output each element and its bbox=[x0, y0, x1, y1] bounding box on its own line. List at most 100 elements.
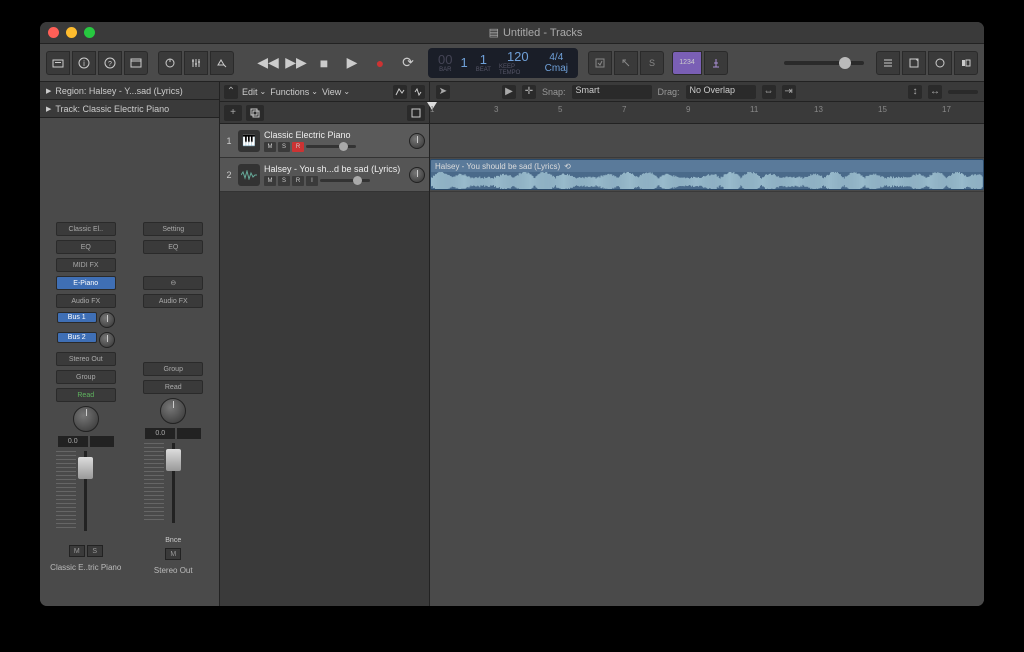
titlebar: ▤ Untitled - Tracks bbox=[40, 22, 984, 44]
group-slot[interactable]: Group bbox=[56, 370, 116, 384]
comp-slot[interactable]: ⊖ bbox=[143, 276, 203, 290]
automation-mode[interactable]: Read bbox=[56, 388, 116, 402]
track-solo[interactable]: S bbox=[278, 142, 290, 152]
functions-menu[interactable]: Functions bbox=[270, 87, 318, 97]
inspector-button[interactable]: i bbox=[72, 51, 96, 75]
library-button[interactable] bbox=[46, 51, 70, 75]
track-mute[interactable]: M bbox=[264, 176, 276, 186]
lcd-beat2: 1 bbox=[480, 52, 487, 67]
track-header-1[interactable]: 1 🎹 Classic Electric Piano M S R bbox=[220, 124, 429, 158]
automation-mode[interactable]: Read bbox=[143, 380, 203, 394]
pan-knob[interactable] bbox=[160, 398, 186, 424]
replace-button[interactable] bbox=[588, 51, 612, 75]
track-mute[interactable]: M bbox=[264, 142, 276, 152]
trim-icon[interactable]: ⇥ bbox=[782, 85, 796, 99]
minimize-button[interactable] bbox=[66, 27, 77, 38]
setting-button[interactable]: Setting bbox=[143, 222, 203, 236]
traffic-lights bbox=[48, 27, 95, 38]
midifx-slot[interactable]: MIDI FX bbox=[56, 258, 116, 272]
nudge-icon[interactable]: ⇔ bbox=[762, 85, 776, 99]
arrange-grid[interactable]: Halsey - You should be sad (Lyrics) ⟲ bbox=[430, 124, 984, 606]
cycle-button[interactable]: ⟳ bbox=[398, 51, 418, 75]
toolbar-toggle-button[interactable] bbox=[124, 51, 148, 75]
snap-dropdown[interactable]: Smart bbox=[572, 85, 652, 99]
pointer-tool-icon[interactable]: ⌃ bbox=[224, 85, 238, 99]
stop-button[interactable]: ■ bbox=[314, 51, 334, 75]
mute-button[interactable]: M bbox=[69, 545, 85, 557]
lcd-display[interactable]: 00BAR 1 1BEAT 120KEEP TEMPO 4/4Cmaj bbox=[428, 48, 578, 78]
view-menu[interactable]: View bbox=[322, 87, 350, 97]
db-readout: 0.0 bbox=[58, 436, 88, 447]
mute-button[interactable]: M bbox=[165, 548, 181, 560]
smart-controls-button[interactable] bbox=[158, 51, 182, 75]
fader[interactable] bbox=[132, 443, 216, 533]
zoom-horiz-icon[interactable]: ↔ bbox=[928, 85, 942, 99]
audiofx-slot[interactable]: Audio FX bbox=[143, 294, 203, 308]
drag-dropdown[interactable]: No Overlap bbox=[686, 85, 756, 99]
record-button[interactable]: ● bbox=[370, 51, 390, 75]
tuner-button[interactable] bbox=[704, 51, 728, 75]
zoom-slider[interactable] bbox=[948, 90, 978, 94]
ruler-tick: 11 bbox=[750, 105, 758, 114]
autopunch-button[interactable] bbox=[614, 51, 638, 75]
send1-knob[interactable] bbox=[99, 312, 115, 328]
ruler[interactable]: 1357911131517 bbox=[430, 102, 984, 124]
marquee-tool[interactable]: ✛ bbox=[522, 85, 536, 99]
waveform-icon bbox=[238, 164, 260, 186]
lcd-bars: 00 bbox=[438, 52, 452, 67]
duplicate-track-button[interactable] bbox=[246, 105, 264, 121]
edit-menu[interactable]: Edit bbox=[242, 87, 266, 97]
solo-btn[interactable]: S bbox=[87, 545, 103, 557]
lane-2[interactable]: Halsey - You should be sad (Lyrics) ⟲ bbox=[430, 158, 984, 192]
catch-icon[interactable]: ➤ bbox=[436, 85, 450, 99]
loops-button[interactable] bbox=[928, 51, 952, 75]
master-volume-slider[interactable] bbox=[784, 61, 864, 65]
solo-button[interactable]: S bbox=[640, 51, 664, 75]
send-bus2[interactable]: Bus 2 bbox=[57, 332, 97, 343]
track-volume-slider[interactable] bbox=[320, 179, 370, 182]
editors-button[interactable] bbox=[210, 51, 234, 75]
browser-button[interactable] bbox=[954, 51, 978, 75]
rewind-button[interactable]: ◀◀ bbox=[258, 51, 278, 75]
list-editors-button[interactable] bbox=[876, 51, 900, 75]
track-record[interactable]: R bbox=[292, 176, 304, 186]
track-input-monitor[interactable]: I bbox=[306, 176, 318, 186]
automation-icon[interactable] bbox=[393, 85, 407, 99]
maximize-button[interactable] bbox=[84, 27, 95, 38]
mixer-button[interactable] bbox=[184, 51, 208, 75]
track-pan-knob[interactable] bbox=[409, 167, 425, 183]
global-tracks-button[interactable] bbox=[407, 105, 425, 121]
track-solo[interactable]: S bbox=[278, 176, 290, 186]
quick-help-button[interactable]: ? bbox=[98, 51, 122, 75]
pan-knob[interactable] bbox=[73, 406, 99, 432]
lcd-sig: 4/4 bbox=[549, 52, 563, 63]
instrument-slot[interactable]: E-Piano bbox=[56, 276, 116, 290]
group-slot[interactable]: Group bbox=[143, 362, 203, 376]
track-pan-knob[interactable] bbox=[409, 133, 425, 149]
send-bus1[interactable]: Bus 1 bbox=[57, 312, 97, 323]
track-volume-slider[interactable] bbox=[306, 145, 356, 148]
arrange-area: ➤ ▶ ✛ Snap: Smart Drag: No Overlap ⇔ ⇥ ↕… bbox=[430, 82, 984, 606]
close-button[interactable] bbox=[48, 27, 59, 38]
region-inspector-header[interactable]: Region: Halsey - Y...sad (Lyrics) bbox=[40, 82, 219, 100]
audiofx-slot[interactable]: Audio FX bbox=[56, 294, 116, 308]
count-in-button[interactable]: 1234 bbox=[672, 51, 702, 75]
eq-button[interactable]: EQ bbox=[56, 240, 116, 254]
fader[interactable] bbox=[44, 451, 128, 541]
output-slot[interactable]: Stereo Out bbox=[56, 352, 116, 366]
lane-1[interactable] bbox=[430, 124, 984, 158]
send2-knob[interactable] bbox=[99, 332, 115, 348]
setting-button[interactable]: Classic El.. bbox=[56, 222, 116, 236]
forward-button[interactable]: ▶▶ bbox=[286, 51, 306, 75]
audio-region[interactable]: Halsey - You should be sad (Lyrics) ⟲ bbox=[430, 159, 984, 190]
pointer-tool[interactable]: ▶ bbox=[502, 85, 516, 99]
track-record[interactable]: R bbox=[292, 142, 304, 152]
track-header-2[interactable]: 2 Halsey - You sh...d be sad (Lyrics) M … bbox=[220, 158, 429, 192]
add-track-button[interactable]: + bbox=[224, 105, 242, 121]
eq-button[interactable]: EQ bbox=[143, 240, 203, 254]
flex-icon[interactable] bbox=[411, 85, 425, 99]
notepad-button[interactable] bbox=[902, 51, 926, 75]
play-button[interactable]: ▶ bbox=[342, 51, 362, 75]
track-inspector-header[interactable]: Track: Classic Electric Piano bbox=[40, 100, 219, 118]
zoom-vert-icon[interactable]: ↕ bbox=[908, 85, 922, 99]
